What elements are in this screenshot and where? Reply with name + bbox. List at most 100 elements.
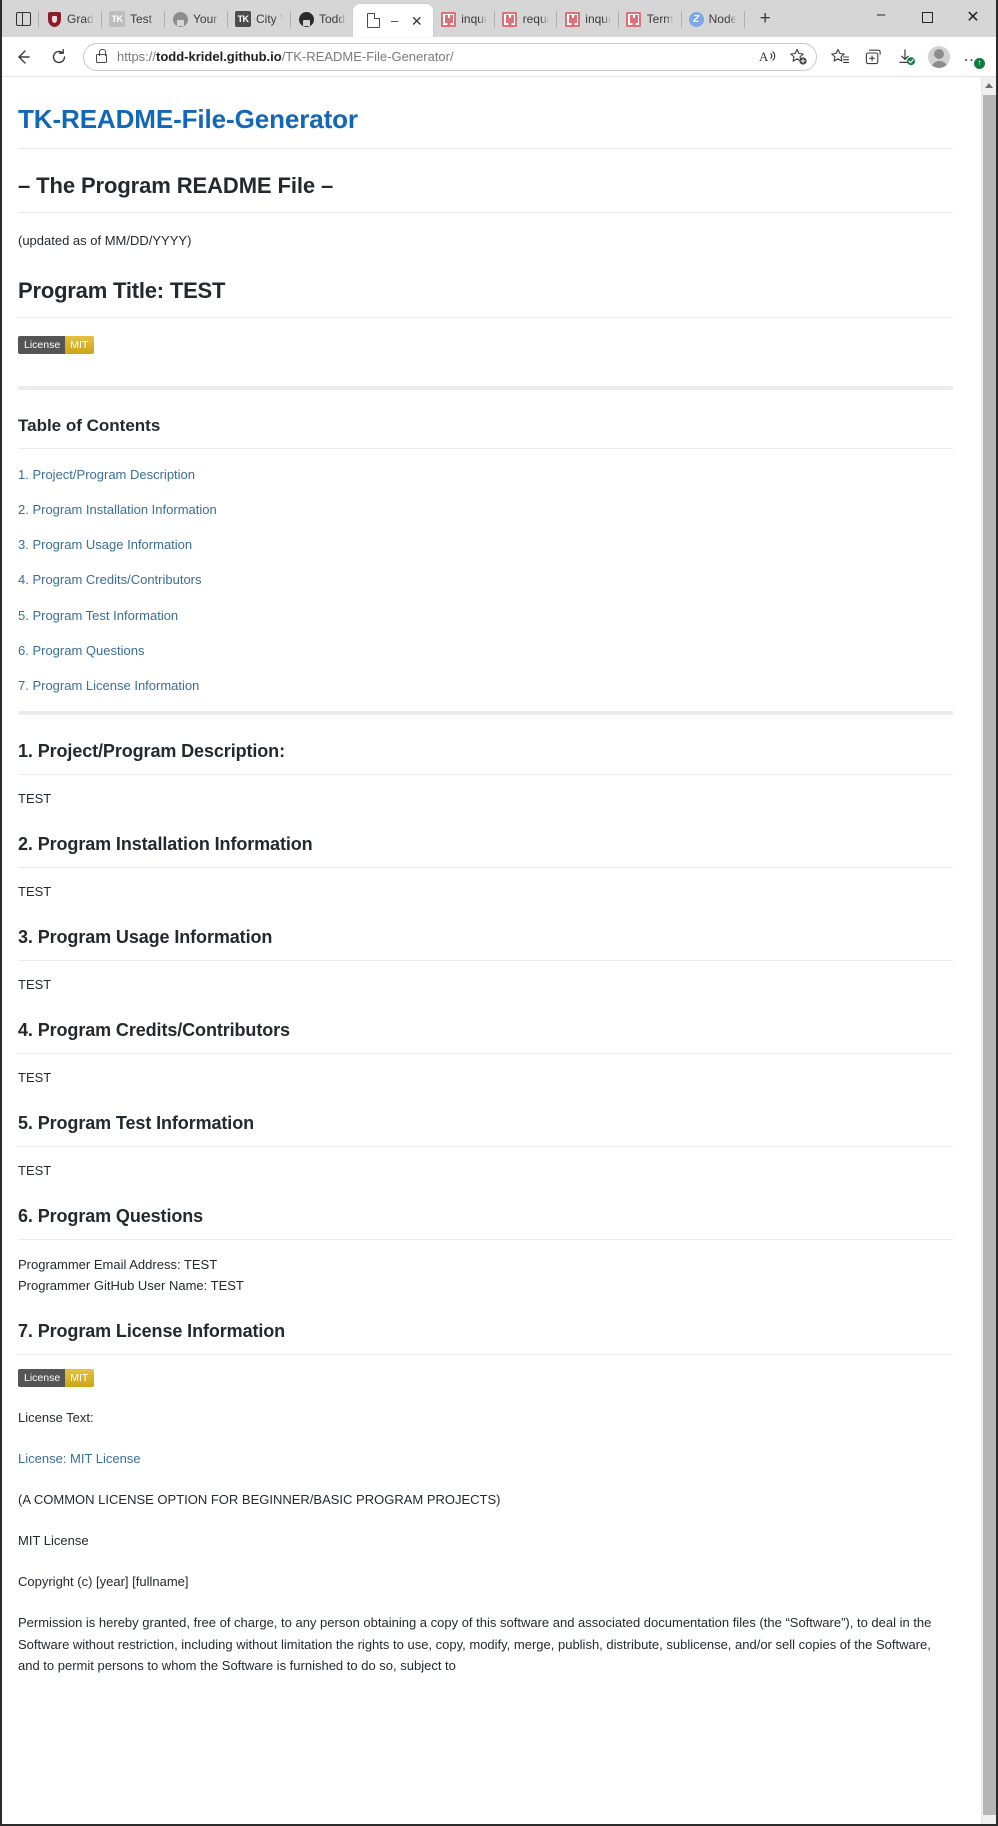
license-badge-value: MIT [65, 1368, 95, 1387]
section-heading-5: 5. Program Test Information [18, 1110, 953, 1147]
scroll-up-button[interactable] [982, 77, 996, 93]
toc-link-2[interactable]: 2. Program Installation Information [18, 502, 217, 517]
programmer-github-line: Programmer GitHub User Name: TEST [18, 1278, 244, 1294]
navigation-toolbar: https://todd-kridel.github.io/TK-README-… [2, 37, 996, 77]
list-item: 2. Program Installation Information [18, 500, 953, 520]
maximize-button[interactable] [904, 0, 950, 34]
license-mit-link[interactable]: License: MIT License [18, 1451, 141, 1466]
url-text: https://todd-kridel.github.io/TK-README-… [117, 49, 754, 64]
browser-window: Grade TK Test C Your P TK City V Todd- –… [0, 0, 998, 1826]
program-title: Program Title: TEST [18, 274, 953, 318]
updated-note: (updated as of MM/DD/YYYY) [18, 233, 192, 249]
vertical-tabs-glyph [15, 12, 31, 26]
chevron-up-icon [985, 82, 993, 88]
mit-copyright-line: Copyright (c) [year] [fullname] [18, 1574, 189, 1590]
downloads-icon[interactable] [890, 41, 922, 73]
close-tab-icon[interactable]: ✕ [408, 12, 425, 29]
toc-link-4[interactable]: 4. Program Credits/Contributors [18, 572, 202, 587]
toc-link-6[interactable]: 6. Program Questions [18, 643, 144, 658]
license-link-paragraph: License: MIT License [18, 1448, 953, 1469]
scrollbar-thumb[interactable] [983, 95, 996, 1815]
maximize-icon [921, 11, 933, 23]
questions-block: Programmer Email Address: TEST Programme… [18, 1254, 953, 1296]
mit-license-title: MIT License [18, 1533, 89, 1549]
tab-label: requi [522, 12, 550, 26]
npm-icon [502, 11, 518, 27]
list-item: 6. Program Questions [18, 641, 953, 661]
tab-label: Node [708, 12, 737, 26]
tab-city-v[interactable]: TK City V [228, 4, 290, 34]
url-host: todd-kridel.github.io [156, 49, 282, 64]
tab-label: Terms [646, 12, 674, 26]
tab-separator [743, 11, 745, 28]
tab-test-c[interactable]: TK Test C [102, 4, 164, 34]
add-favorite-icon[interactable] [784, 44, 812, 70]
list-item: 7. Program License Information [18, 676, 953, 696]
toc-list: 1. Project/Program Description 2. Progra… [18, 465, 953, 696]
section-divider [18, 385, 953, 390]
section-heading-2: 2. Program Installation Information [18, 831, 953, 868]
toc-link-1[interactable]: 1. Project/Program Description [18, 467, 195, 482]
page-title: TK-README-File-Generator [18, 99, 953, 150]
read-aloud-icon[interactable]: A [754, 44, 782, 70]
vertical-scrollbar[interactable] [981, 77, 996, 1824]
minimize-button[interactable]: – [858, 0, 904, 34]
collections-icon[interactable] [857, 41, 889, 73]
tab-label: – [391, 13, 399, 28]
tab-label: inqui [585, 12, 611, 26]
svg-text:A: A [759, 49, 769, 64]
url-path: /TK-README-File-Generator/ [281, 49, 454, 64]
license-badge-label: License [18, 335, 66, 354]
section-body-1: TEST [18, 790, 52, 806]
tab-label: Test C [130, 12, 157, 26]
npm-icon [564, 11, 580, 27]
tab-your-p[interactable]: Your P [165, 4, 227, 34]
list-item: 1. Project/Program Description [18, 465, 953, 485]
address-bar[interactable]: https://todd-kridel.github.io/TK-README-… [83, 42, 817, 71]
zoom-icon: Z [688, 11, 704, 27]
tab-strip: Grade TK Test C Your P TK City V Todd- –… [2, 0, 996, 37]
tk-light-icon: TK [109, 11, 125, 27]
section-heading-7: 7. Program License Information [18, 1318, 953, 1355]
tab-inquirer-2[interactable]: inqui [557, 4, 617, 34]
license-badge-top[interactable]: License MIT [18, 335, 95, 354]
settings-more-icon[interactable]: … ↑ [956, 41, 988, 73]
github-icon [172, 11, 188, 27]
lock-icon [96, 48, 107, 63]
tab-node[interactable]: Z Node [682, 4, 744, 34]
list-item: 4. Program Credits/Contributors [18, 570, 953, 590]
tab-todd[interactable]: Todd- [291, 4, 353, 34]
close-window-button[interactable]: ✕ [950, 0, 996, 34]
toc-link-7[interactable]: 7. Program License Information [18, 678, 199, 693]
license-badge-bottom[interactable]: License MIT [18, 1368, 95, 1387]
toc-link-5[interactable]: 5. Program Test Information [18, 608, 178, 623]
mit-permission-paragraph: Permission is hereby granted, free of ch… [18, 1615, 932, 1674]
tab-inquirer-1[interactable]: inqui [433, 4, 493, 34]
license-common-note: (A COMMON LICENSE OPTION FOR BEGINNER/BA… [18, 1492, 501, 1508]
section-body-5: TEST [18, 1162, 52, 1178]
tab-terms[interactable]: Terms [619, 4, 681, 34]
back-arrow-icon[interactable] [6, 41, 40, 73]
section-body-4: TEST [18, 1069, 52, 1085]
favorites-icon[interactable] [824, 41, 856, 73]
tab-require[interactable]: requi [495, 4, 557, 34]
tab-label: Grade [67, 12, 94, 26]
tab-active-readme[interactable]: – ✕ [353, 4, 434, 37]
programmer-email-line: Programmer Email Address: TEST [18, 1257, 218, 1272]
vertical-tabs-icon[interactable] [8, 4, 38, 34]
url-prefix: https:// [117, 49, 157, 64]
new-tab-button[interactable]: + [751, 4, 780, 33]
readme-content: TK-README-File-Generator – The Program R… [2, 77, 981, 1824]
reload-icon[interactable] [42, 41, 76, 73]
license-text-label: License Text: [18, 1409, 94, 1425]
github-icon [298, 11, 314, 27]
toc-link-3[interactable]: 3. Program Usage Information [18, 537, 192, 552]
npm-icon [440, 11, 456, 27]
tab-gradescope[interactable]: Grade [39, 4, 101, 34]
tab-label: Your P [193, 12, 220, 26]
update-badge: ↑ [974, 57, 985, 69]
toc-heading: Table of Contents [18, 413, 953, 449]
tab-label: City V [256, 12, 283, 26]
profile-avatar-icon[interactable] [923, 41, 955, 73]
gradescope-shield-icon [46, 11, 62, 27]
